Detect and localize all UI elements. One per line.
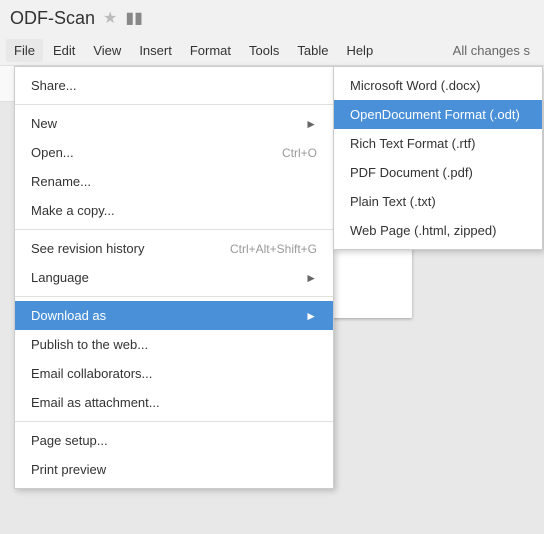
file-menu-new[interactable]: New ► (15, 109, 333, 138)
file-menu-dropdown: Share... New ► Open... Ctrl+O Rename... … (14, 66, 334, 489)
menu-item-table[interactable]: Table (289, 39, 336, 62)
file-menu-open-label: Open... (31, 145, 74, 160)
file-menu-share-label: Share... (31, 78, 77, 93)
menu-item-edit[interactable]: Edit (45, 39, 83, 62)
file-menu-rename-label: Rename... (31, 174, 91, 189)
file-menu-language[interactable]: Language ► (15, 263, 333, 292)
file-menu-email-attachment[interactable]: Email as attachment... (15, 388, 333, 417)
file-menu-rename[interactable]: Rename... (15, 167, 333, 196)
file-menu-revision-label: See revision history (31, 241, 144, 256)
submenu-rtf[interactable]: Rich Text Format (.rtf) (334, 129, 542, 158)
file-menu-publish-label: Publish to the web... (31, 337, 148, 352)
file-menu-publish-web[interactable]: Publish to the web... (15, 330, 333, 359)
menu-bar: File Edit View Insert Format Tools Table… (0, 36, 544, 66)
file-menu-email-collaborators[interactable]: Email collaborators... (15, 359, 333, 388)
file-menu-download-as[interactable]: Download as ► (15, 301, 333, 330)
submenu-txt[interactable]: Plain Text (.txt) (334, 187, 542, 216)
file-menu-open[interactable]: Open... Ctrl+O (15, 138, 333, 167)
file-menu-new-label: New (31, 116, 57, 131)
separator-3 (15, 296, 333, 297)
menu-item-format[interactable]: Format (182, 39, 239, 62)
file-menu-page-setup[interactable]: Page setup... (15, 426, 333, 455)
separator-2 (15, 229, 333, 230)
autosave-status: All changes s (453, 43, 538, 58)
app-title: ODF-Scan (10, 8, 95, 29)
star-icon[interactable]: ★ (103, 8, 117, 28)
file-menu-share[interactable]: Share... (15, 71, 333, 100)
file-menu-email-collab-label: Email collaborators... (31, 366, 152, 381)
file-menu-print-preview-label: Print preview (31, 462, 106, 477)
file-menu-page-setup-label: Page setup... (31, 433, 108, 448)
submenu-odt[interactable]: OpenDocument Format (.odt) (334, 100, 542, 129)
separator-1 (15, 104, 333, 105)
submenu-rtf-label: Rich Text Format (.rtf) (350, 136, 475, 151)
file-menu-revision-history[interactable]: See revision history Ctrl+Alt+Shift+G (15, 234, 333, 263)
file-menu-print-preview[interactable]: Print preview (15, 455, 333, 484)
open-shortcut: Ctrl+O (282, 146, 317, 160)
submenu-txt-label: Plain Text (.txt) (350, 194, 436, 209)
submenu-docx[interactable]: Microsoft Word (.docx) (334, 71, 542, 100)
submenu-docx-label: Microsoft Word (.docx) (350, 78, 481, 93)
folder-icon[interactable]: ▮▮ (125, 8, 143, 28)
file-menu-download-label: Download as (31, 308, 106, 323)
menu-item-insert[interactable]: Insert (131, 39, 180, 62)
arrow-icon-language: ► (305, 271, 317, 285)
file-menu-make-copy-label: Make a copy... (31, 203, 115, 218)
file-menu-email-attach-label: Email as attachment... (31, 395, 160, 410)
file-menu-make-copy[interactable]: Make a copy... (15, 196, 333, 225)
submenu-html-label: Web Page (.html, zipped) (350, 223, 496, 238)
submenu-html[interactable]: Web Page (.html, zipped) (334, 216, 542, 245)
menu-item-view[interactable]: View (85, 39, 129, 62)
menu-item-help[interactable]: Help (338, 39, 381, 62)
separator-4 (15, 421, 333, 422)
menu-item-file[interactable]: File (6, 39, 43, 62)
revision-shortcut: Ctrl+Alt+Shift+G (230, 242, 317, 256)
submenu-pdf-label: PDF Document (.pdf) (350, 165, 473, 180)
menu-item-tools[interactable]: Tools (241, 39, 287, 62)
arrow-icon-new: ► (305, 117, 317, 131)
download-as-submenu: Microsoft Word (.docx) OpenDocument Form… (333, 66, 543, 250)
arrow-icon-download: ► (305, 309, 317, 323)
title-bar: ODF-Scan ★ ▮▮ (0, 0, 544, 36)
submenu-pdf[interactable]: PDF Document (.pdf) (334, 158, 542, 187)
submenu-odt-label: OpenDocument Format (.odt) (350, 107, 520, 122)
file-menu-language-label: Language (31, 270, 89, 285)
